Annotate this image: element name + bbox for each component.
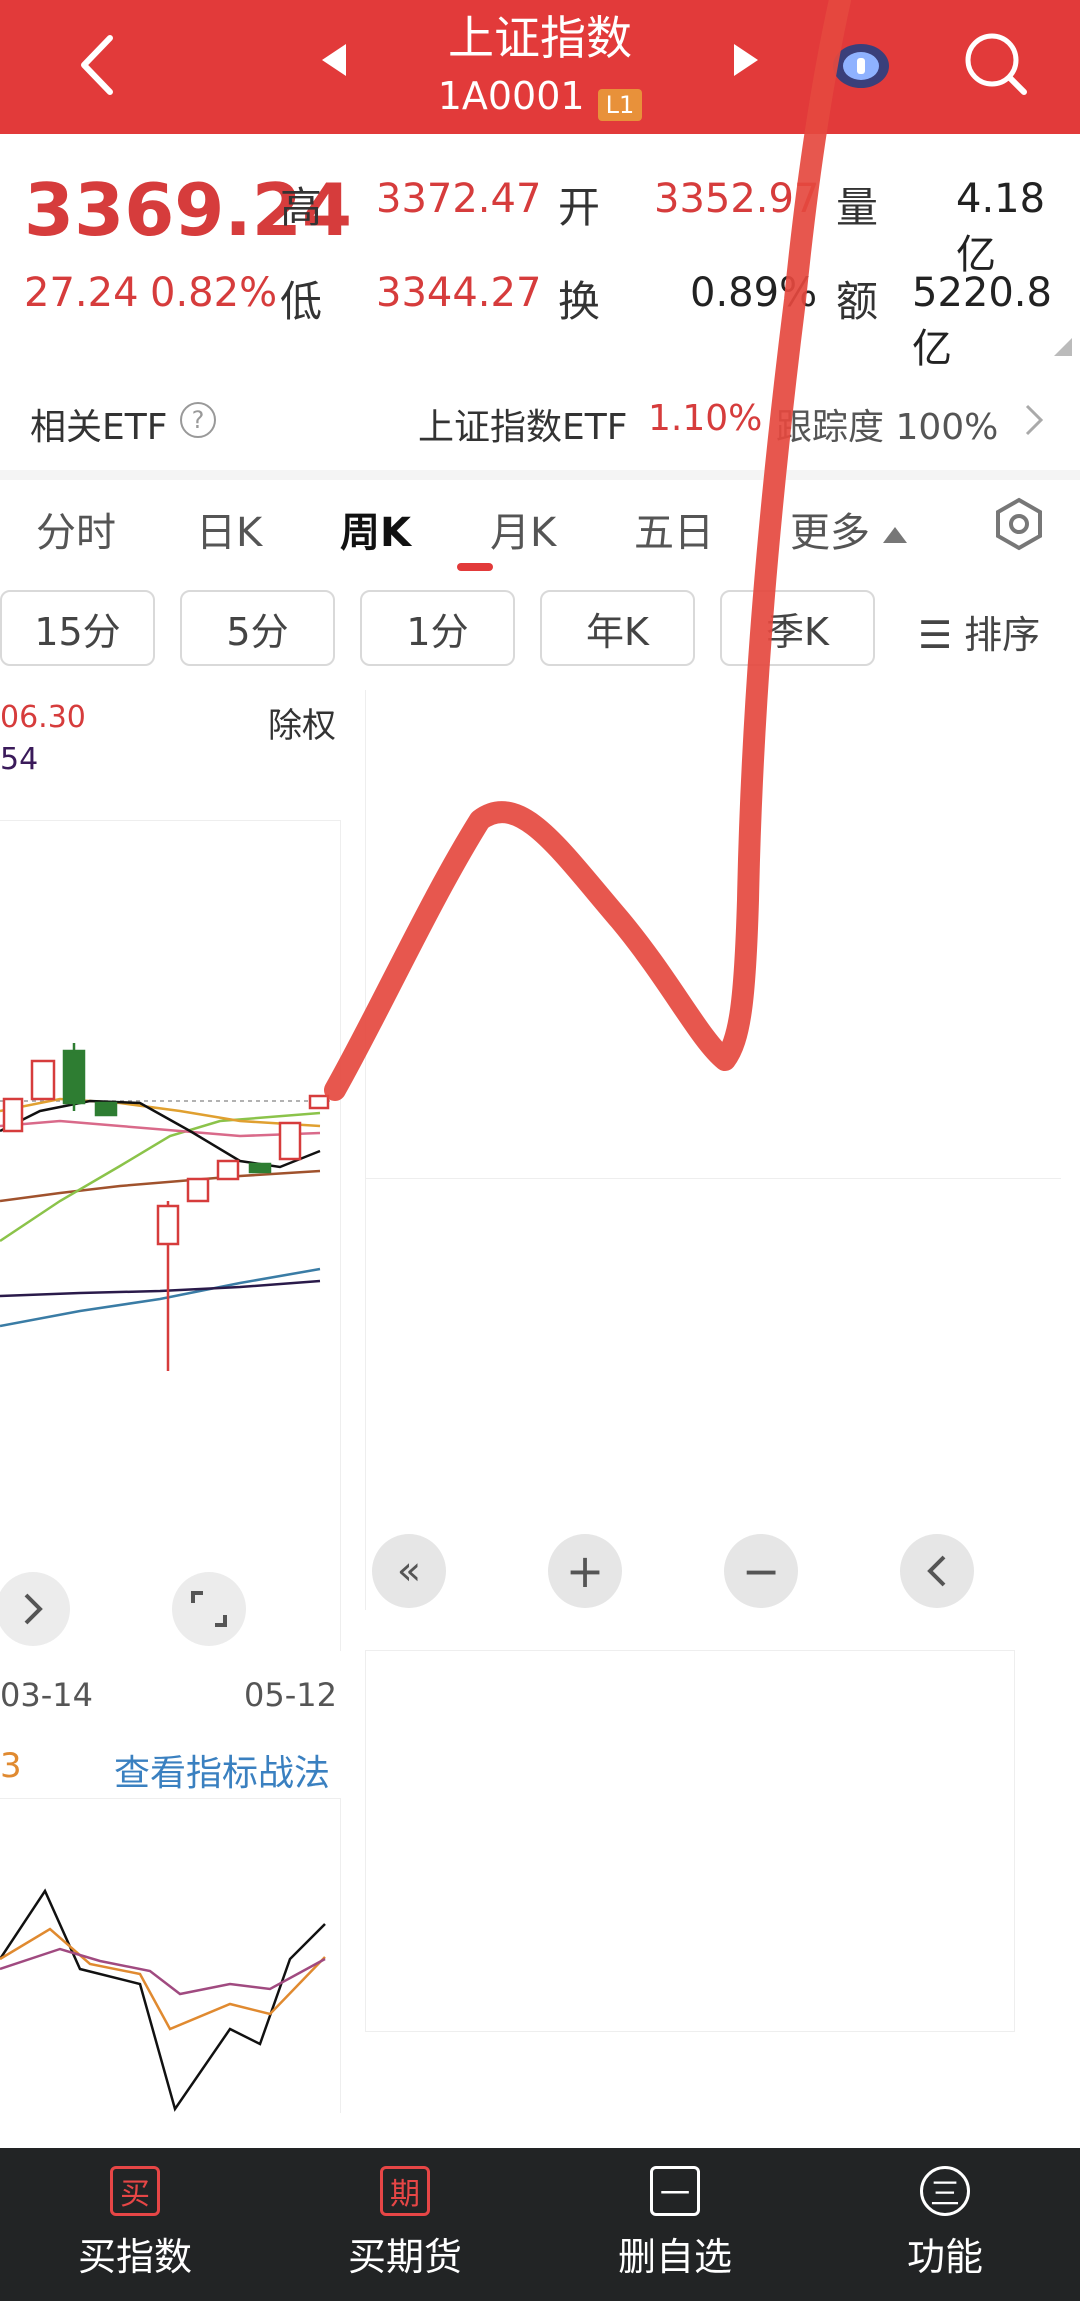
functions-button[interactable]: 三 功能 bbox=[870, 2166, 1020, 2286]
buy-futures-button[interactable]: 期 买期货 bbox=[330, 2166, 480, 2286]
buy-index-label: 买指数 bbox=[77, 2235, 192, 2279]
functions-label: 功能 bbox=[906, 2235, 983, 2279]
remove-watchlist-button[interactable]: 一 删自选 bbox=[600, 2166, 750, 2286]
bottom-action-bar: 买 买指数 期 买期货 一 删自选 三 功能 bbox=[0, 2148, 1080, 2301]
minus-box-icon: 一 bbox=[650, 2166, 700, 2216]
buy-index-button[interactable]: 买 买指数 bbox=[60, 2166, 210, 2286]
menu-circle-icon: 三 bbox=[920, 2166, 970, 2216]
remove-watchlist-label: 删自选 bbox=[617, 2235, 732, 2279]
buy-futures-label: 买期货 bbox=[347, 2235, 462, 2279]
hand-drawn-trend-stroke bbox=[324, 0, 851, 1101]
futures-icon: 期 bbox=[380, 2166, 430, 2216]
buy-icon: 买 bbox=[110, 2166, 160, 2216]
